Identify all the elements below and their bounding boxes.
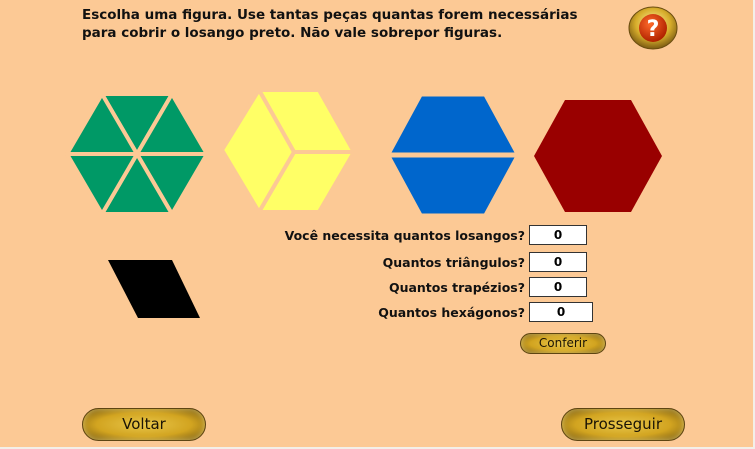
trapezoid-piece[interactable] [387,94,519,156]
answer-trapezoids-input[interactable]: 0 [529,277,587,297]
question-rhombi-label: Você necessita quantos losangos? [284,228,525,243]
hexagon-of-trapezoids[interactable] [387,94,519,216]
question-trapezoids-label: Quantos trapézios? [388,280,525,295]
question-hexagons-label: Quantos hexágonos? [378,305,525,320]
prosseguir-button[interactable]: Prosseguir [561,408,685,441]
hexagon[interactable] [532,96,664,216]
question-mark-icon: ? [628,6,678,50]
question-triangles-label: Quantos triângulos? [382,255,525,270]
activity-stage: Escolha uma figura. Use tantas peças qua… [0,0,755,449]
help-button[interactable]: ? [628,6,678,50]
answer-hexagons-input[interactable]: 0 [529,302,593,322]
instructions-text: Escolha uma figura. Use tantas peças qua… [82,6,628,42]
instructions-line-1: Escolha uma figura. Use tantas peças qua… [82,7,578,23]
answer-triangles-input[interactable]: 0 [529,252,587,272]
hexagon-of-rhombi[interactable] [218,88,358,214]
help-glyph: ? [647,17,660,42]
black-rhombus [108,260,200,318]
instructions-line-2: para cobrir o losango preto. Não vale so… [82,25,503,41]
conferir-button[interactable]: Conferir [520,333,606,354]
hexagon-of-triangles[interactable] [64,94,210,214]
trapezoid-piece[interactable] [387,154,519,216]
voltar-button[interactable]: Voltar [82,408,206,441]
answer-rhombi-input[interactable]: 0 [529,225,587,245]
